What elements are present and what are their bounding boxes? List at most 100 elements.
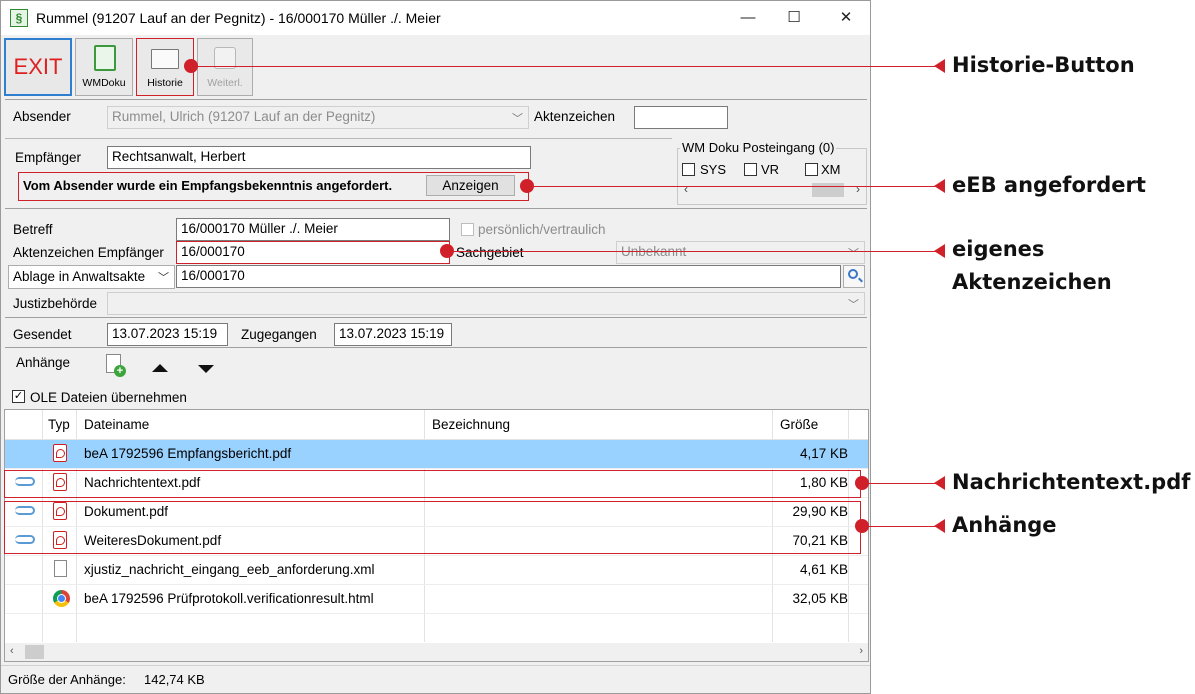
maximize-button[interactable]: ☐ [771,5,817,31]
add-icon: + [114,365,126,377]
table-row[interactable]: xjustiz_nachricht_eingang_eeb_anforderun… [5,556,868,585]
chevron-down-icon: ﹀ [848,299,859,311]
empfaenger-label: Empfänger [15,150,82,165]
persoenlich-label: persönlich/vertraulich [478,222,606,237]
absender-value: Rummel, Ulrich (91207 Lauf an der Pegnit… [112,109,376,124]
chevron-down-icon: ﹀ [158,272,169,284]
scroll-thumb[interactable] [25,645,44,659]
absender-label: Absender [13,109,71,124]
scroll-left-icon[interactable]: ‹ [684,182,688,196]
scroll-left-icon[interactable]: ‹ [10,645,14,657]
historie-label: Historie [147,77,183,89]
ole-label: OLE Dateien übernehmen [30,390,187,405]
annotation-arrow-icon [934,244,945,258]
weiterleiten-label: Weiterl. [207,77,243,89]
table-row[interactable]: beA 1792596 Prüfprotokoll.verificationre… [5,585,868,614]
app-icon: § [10,9,28,27]
annotation-eeb: eEB angefordert [952,173,1146,197]
minimize-button[interactable]: — [725,5,771,31]
table-row[interactable]: beA 1792596 Empfangsbericht.pdf 4,17 KB [5,440,868,469]
sys-label: SYS [700,162,727,177]
wm-doku-scrollbar[interactable]: ‹ › [680,181,864,199]
divider [5,99,867,100]
move-down-button[interactable] [198,365,214,373]
scroll-right-icon[interactable]: › [859,645,863,657]
xm-checkbox[interactable] [805,163,818,176]
xm-label: XM [821,162,841,177]
betreff-input[interactable]: 16/000170 Müller ./. Meier [176,218,450,241]
absender-select[interactable]: Rummel, Ulrich (91207 Lauf an der Pegnit… [107,106,529,129]
gesendet-value: 13.07.2023 15:19 [107,323,228,346]
annotation-arrow-icon [934,59,945,73]
exit-button[interactable]: EXIT [4,38,72,96]
search-button[interactable] [843,265,865,288]
empfaenger-input[interactable]: Rechtsanwalt, Herbert [107,146,531,169]
application-window: § Rummel (91207 Lauf an der Pegnitz) - 1… [0,0,871,694]
annotation-arrow-icon [934,476,945,490]
column-header-bezeichnung[interactable]: Bezeichnung [432,417,510,432]
wmdoku-icon [94,45,116,71]
search-icon-handle [858,277,863,283]
exit-label: EXIT [13,54,63,79]
search-icon [848,269,858,279]
divider [5,317,867,318]
table-scrollbar[interactable]: ‹ › [5,643,868,661]
az-empfaenger-input[interactable]: 16/000170 [176,241,450,264]
ablage-input[interactable]: 16/000170 [176,265,841,288]
ablage-label: Ablage in Anwaltsakte [13,269,146,284]
gesendet-label: Gesendet [13,327,72,342]
annotation-line [447,251,941,252]
title-bar: § Rummel (91207 Lauf an der Pegnitz) - 1… [1,1,870,35]
anhaenge-label: Anhänge [16,355,71,370]
divider [5,347,867,348]
annotation-nachrichtentext: Nachrichtentext.pdf [952,470,1191,494]
ole-checkbox[interactable]: ✓ [12,390,25,403]
nachrichtentext-highlight [4,470,861,498]
close-button[interactable]: ✕ [823,5,869,31]
chrome-icon [53,590,70,607]
annotation-arrow-icon [934,519,945,533]
anhaenge-highlight [4,501,861,554]
pdf-icon [53,444,67,462]
column-header-groesse[interactable]: Größe [780,417,818,432]
ablage-select[interactable]: Ablage in Anwaltsakte ﹀ [8,265,175,289]
annotation-anhaenge: Anhänge [952,513,1057,537]
move-up-button[interactable] [152,364,168,372]
folder-icon [151,49,179,69]
zugegangen-label: Zugegangen [241,327,317,342]
annotation-arrow-icon [934,179,945,193]
sachgebiet-select[interactable]: Unbekannt ﹀ [616,241,865,264]
vr-label: VR [761,162,780,177]
sys-checkbox[interactable] [682,163,695,176]
persoenlich-checkbox[interactable] [461,223,474,236]
justiz-select[interactable]: ﹀ [107,292,865,315]
annotation-historie: Historie-Button [952,53,1135,77]
annotation-line [191,66,941,67]
divider [5,208,867,209]
sachgebiet-label: Sachgebiet [456,245,524,260]
aktenzeichen-label: Aktenzeichen [534,109,616,124]
justiz-label: Justizbehörde [13,296,98,311]
status-size-value: 142,74 KB [144,672,205,687]
window-title: Rummel (91207 Lauf an der Pegnitz) - 16/… [36,10,441,26]
annotation-line [527,186,941,187]
chevron-down-icon: ﹀ [848,248,859,260]
annotation-aktenzeichen-1: eigenes [952,237,1045,261]
filename-cell: xjustiz_nachricht_eingang_eeb_anforderun… [84,562,375,577]
betreff-label: Betreff [13,222,53,237]
vr-checkbox[interactable] [744,163,757,176]
wmdoku-button[interactable]: WMDoku [75,38,133,96]
divider [1,665,870,666]
column-header-typ[interactable]: Typ [48,417,70,432]
annotation-line [862,526,941,527]
size-cell: 32,05 KB [792,591,848,606]
aktenzeichen-input[interactable] [634,106,728,129]
column-header-dateiname[interactable]: Dateiname [84,417,149,432]
wm-doku-title: WM Doku Posteingang (0) [680,140,837,155]
file-icon [54,560,67,577]
anzeigen-button[interactable]: Anzeigen [426,175,515,196]
weiterleiten-button[interactable]: Weiterl. [197,38,253,96]
scroll-right-icon[interactable]: › [856,182,860,196]
add-attachment-button[interactable]: + [106,354,126,377]
wmdoku-label: WMDoku [82,77,126,89]
